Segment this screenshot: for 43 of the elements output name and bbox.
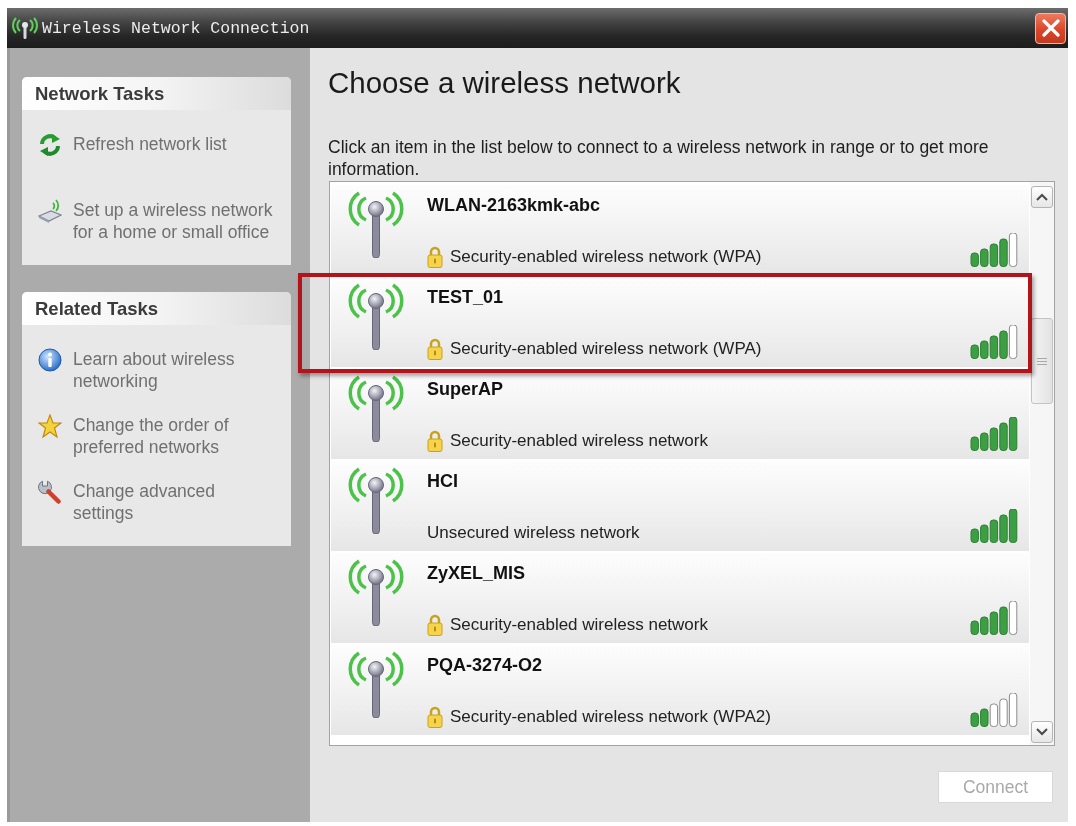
scrollbar-thumb[interactable] xyxy=(1031,318,1053,404)
network-status: Security-enabled wireless network (WPA) xyxy=(450,246,762,268)
antenna-icon xyxy=(347,650,405,718)
star-icon xyxy=(38,414,62,438)
network-status: Security-enabled wireless network xyxy=(450,430,708,452)
task-link[interactable]: Change the order of preferred networks xyxy=(38,414,276,458)
antenna-icon xyxy=(347,558,405,626)
task-link[interactable]: Change advanced settings xyxy=(38,480,276,524)
chevron-up-icon xyxy=(1036,193,1048,201)
network-status: Security-enabled wireless network xyxy=(450,614,708,636)
network-status: Unsecured wireless network xyxy=(427,522,640,544)
antenna-icon xyxy=(347,374,405,442)
scroll-down-button[interactable] xyxy=(1031,721,1053,743)
network-name: SuperAP xyxy=(427,378,504,400)
antenna-icon xyxy=(347,190,405,258)
panel-title: Network Tasks xyxy=(35,82,165,105)
grip-icon xyxy=(1037,357,1047,365)
task-link[interactable]: Set up a wireless network for a home or small office xyxy=(38,199,276,243)
wrench-icon xyxy=(38,480,62,504)
task-link[interactable]: Learn about wireless networking xyxy=(38,348,276,392)
network-name: HCI xyxy=(427,470,458,492)
network-status: Security-enabled wireless network (WPA) xyxy=(450,338,762,360)
close-button[interactable] xyxy=(1035,12,1066,44)
network-status: Security-enabled wireless network (WPA2) xyxy=(450,706,771,728)
antenna-icon xyxy=(347,466,405,534)
antenna-icon xyxy=(347,282,405,350)
close-icon xyxy=(1041,19,1060,37)
scrollbar[interactable] xyxy=(1030,182,1054,745)
page-heading: Choose a wireless network xyxy=(328,66,681,100)
window-title: Wireless Network Connection xyxy=(42,18,310,38)
network-name: PQA-3274-O2 xyxy=(427,654,543,676)
network-name: WLAN-2163kmk-abc xyxy=(427,194,601,216)
scroll-up-button[interactable] xyxy=(1031,186,1053,208)
wireless-device-icon xyxy=(38,199,62,223)
wireless-icon xyxy=(11,17,39,39)
chevron-down-icon xyxy=(1036,728,1048,736)
network-name: TEST_01 xyxy=(427,286,504,308)
task-link[interactable]: Refresh network list xyxy=(38,133,276,177)
network-name: ZyXEL_MIS xyxy=(427,562,526,584)
info-icon xyxy=(38,348,62,372)
instructions-text: Click an item in the list below to connect to a wireless network in range or to get more information. xyxy=(328,136,990,180)
panel-title: Related Tasks xyxy=(35,297,159,320)
refresh-icon xyxy=(38,133,62,157)
